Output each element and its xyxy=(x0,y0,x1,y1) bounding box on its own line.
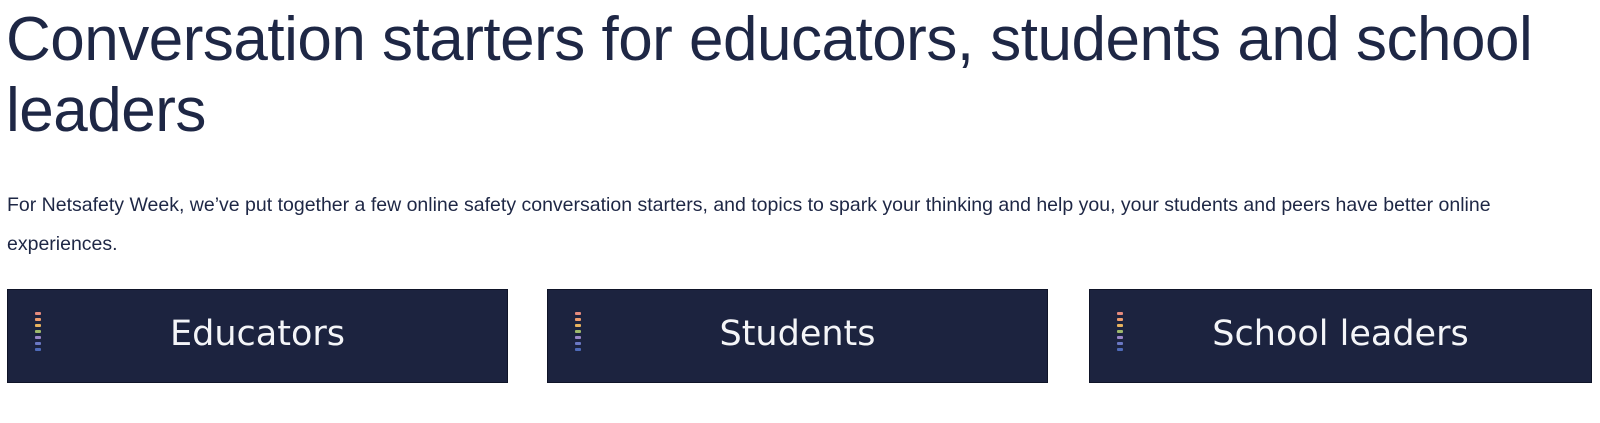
intro-paragraph: For Netsafety Week, we’ve put together a… xyxy=(7,194,1491,255)
card-label-students: Students xyxy=(719,314,876,354)
educators-card-button[interactable]: Educators xyxy=(7,289,508,383)
school-leaders-card-button[interactable]: School leaders xyxy=(1089,289,1592,383)
page-title: Conversation starters for educators, stu… xyxy=(6,5,1533,145)
card-label-school-leaders: School leaders xyxy=(1212,314,1469,354)
card-label-educators: Educators xyxy=(170,314,345,354)
students-card-button[interactable]: Students xyxy=(547,289,1048,383)
